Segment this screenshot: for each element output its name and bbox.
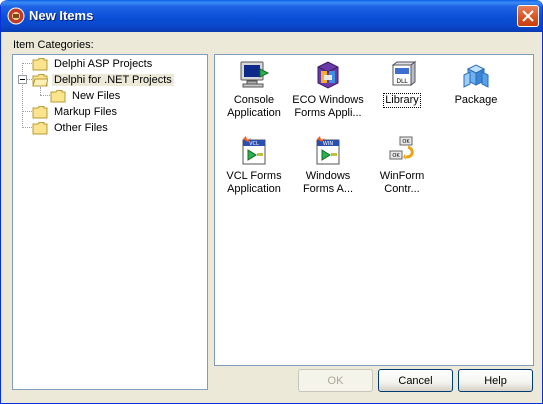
svg-text:OK: OK — [392, 153, 400, 159]
tree-item-other-files[interactable]: Other Files — [32, 120, 110, 136]
cancel-button[interactable]: Cancel — [378, 369, 453, 392]
item-eco-windows-forms[interactable]: ECO Windows Forms Appli... — [291, 59, 365, 120]
tree-item-markup-files[interactable]: Markup Files — [32, 104, 119, 120]
library-dll-icon: DLL — [391, 61, 417, 86]
app-icon — [7, 7, 25, 25]
item-library[interactable]: DLL Library — [365, 59, 439, 108]
tree-item-delphi-asp-projects[interactable]: Delphi ASP Projects — [32, 56, 154, 72]
vcl-forms-icon: VCL — [242, 136, 266, 165]
window-title: New Items — [29, 8, 94, 23]
svg-text:VCL: VCL — [249, 141, 259, 147]
svg-text:WIN: WIN — [323, 141, 333, 147]
folder-icon — [32, 122, 48, 135]
folder-icon — [50, 90, 66, 103]
windows-forms-icon: WIN — [316, 136, 340, 165]
tree-item-delphi-for-net-projects[interactable]: Delphi for .NET Projects — [32, 72, 174, 88]
folder-icon — [32, 58, 48, 71]
folder-icon — [32, 106, 48, 119]
item-windows-forms-application[interactable]: WIN Windows Forms A... — [291, 135, 365, 196]
package-icon — [463, 64, 489, 88]
ok-button[interactable]: OK — [298, 369, 373, 392]
item-categories-label: Item Categories: — [13, 39, 94, 51]
items-list[interactable]: Console Application ECO Windows Forms Appl… — [214, 54, 534, 366]
tree-item-new-files[interactable]: New Files — [50, 88, 122, 104]
item-winform-control[interactable]: OK OK WinForm Contr... — [365, 135, 439, 196]
eco-windows-forms-icon — [317, 61, 339, 89]
svg-text:OK: OK — [402, 139, 410, 145]
help-button[interactable]: Help — [458, 369, 533, 392]
winform-control-icon: OK OK — [389, 136, 414, 160]
item-package[interactable]: Package — [439, 59, 513, 107]
item-console-application[interactable]: Console Application — [217, 59, 291, 120]
close-icon — [522, 10, 534, 22]
console-application-icon — [240, 61, 270, 88]
item-vcl-forms-application[interactable]: VCL VCL Forms Application — [217, 135, 291, 196]
tree-collapse-toggle[interactable] — [18, 75, 27, 84]
svg-text:DLL: DLL — [396, 78, 408, 85]
close-button[interactable] — [517, 5, 539, 27]
dialog-body: Item Categories: Delphi ASP Projects Del… — [4, 32, 539, 400]
open-folder-icon — [32, 74, 48, 87]
category-tree[interactable]: Delphi ASP Projects Delphi for .NET Proj… — [12, 54, 208, 390]
new-items-dialog: New Items Item Categories: Delphi ASP Pr… — [0, 0, 543, 404]
title-bar[interactable]: New Items — [1, 0, 542, 32]
